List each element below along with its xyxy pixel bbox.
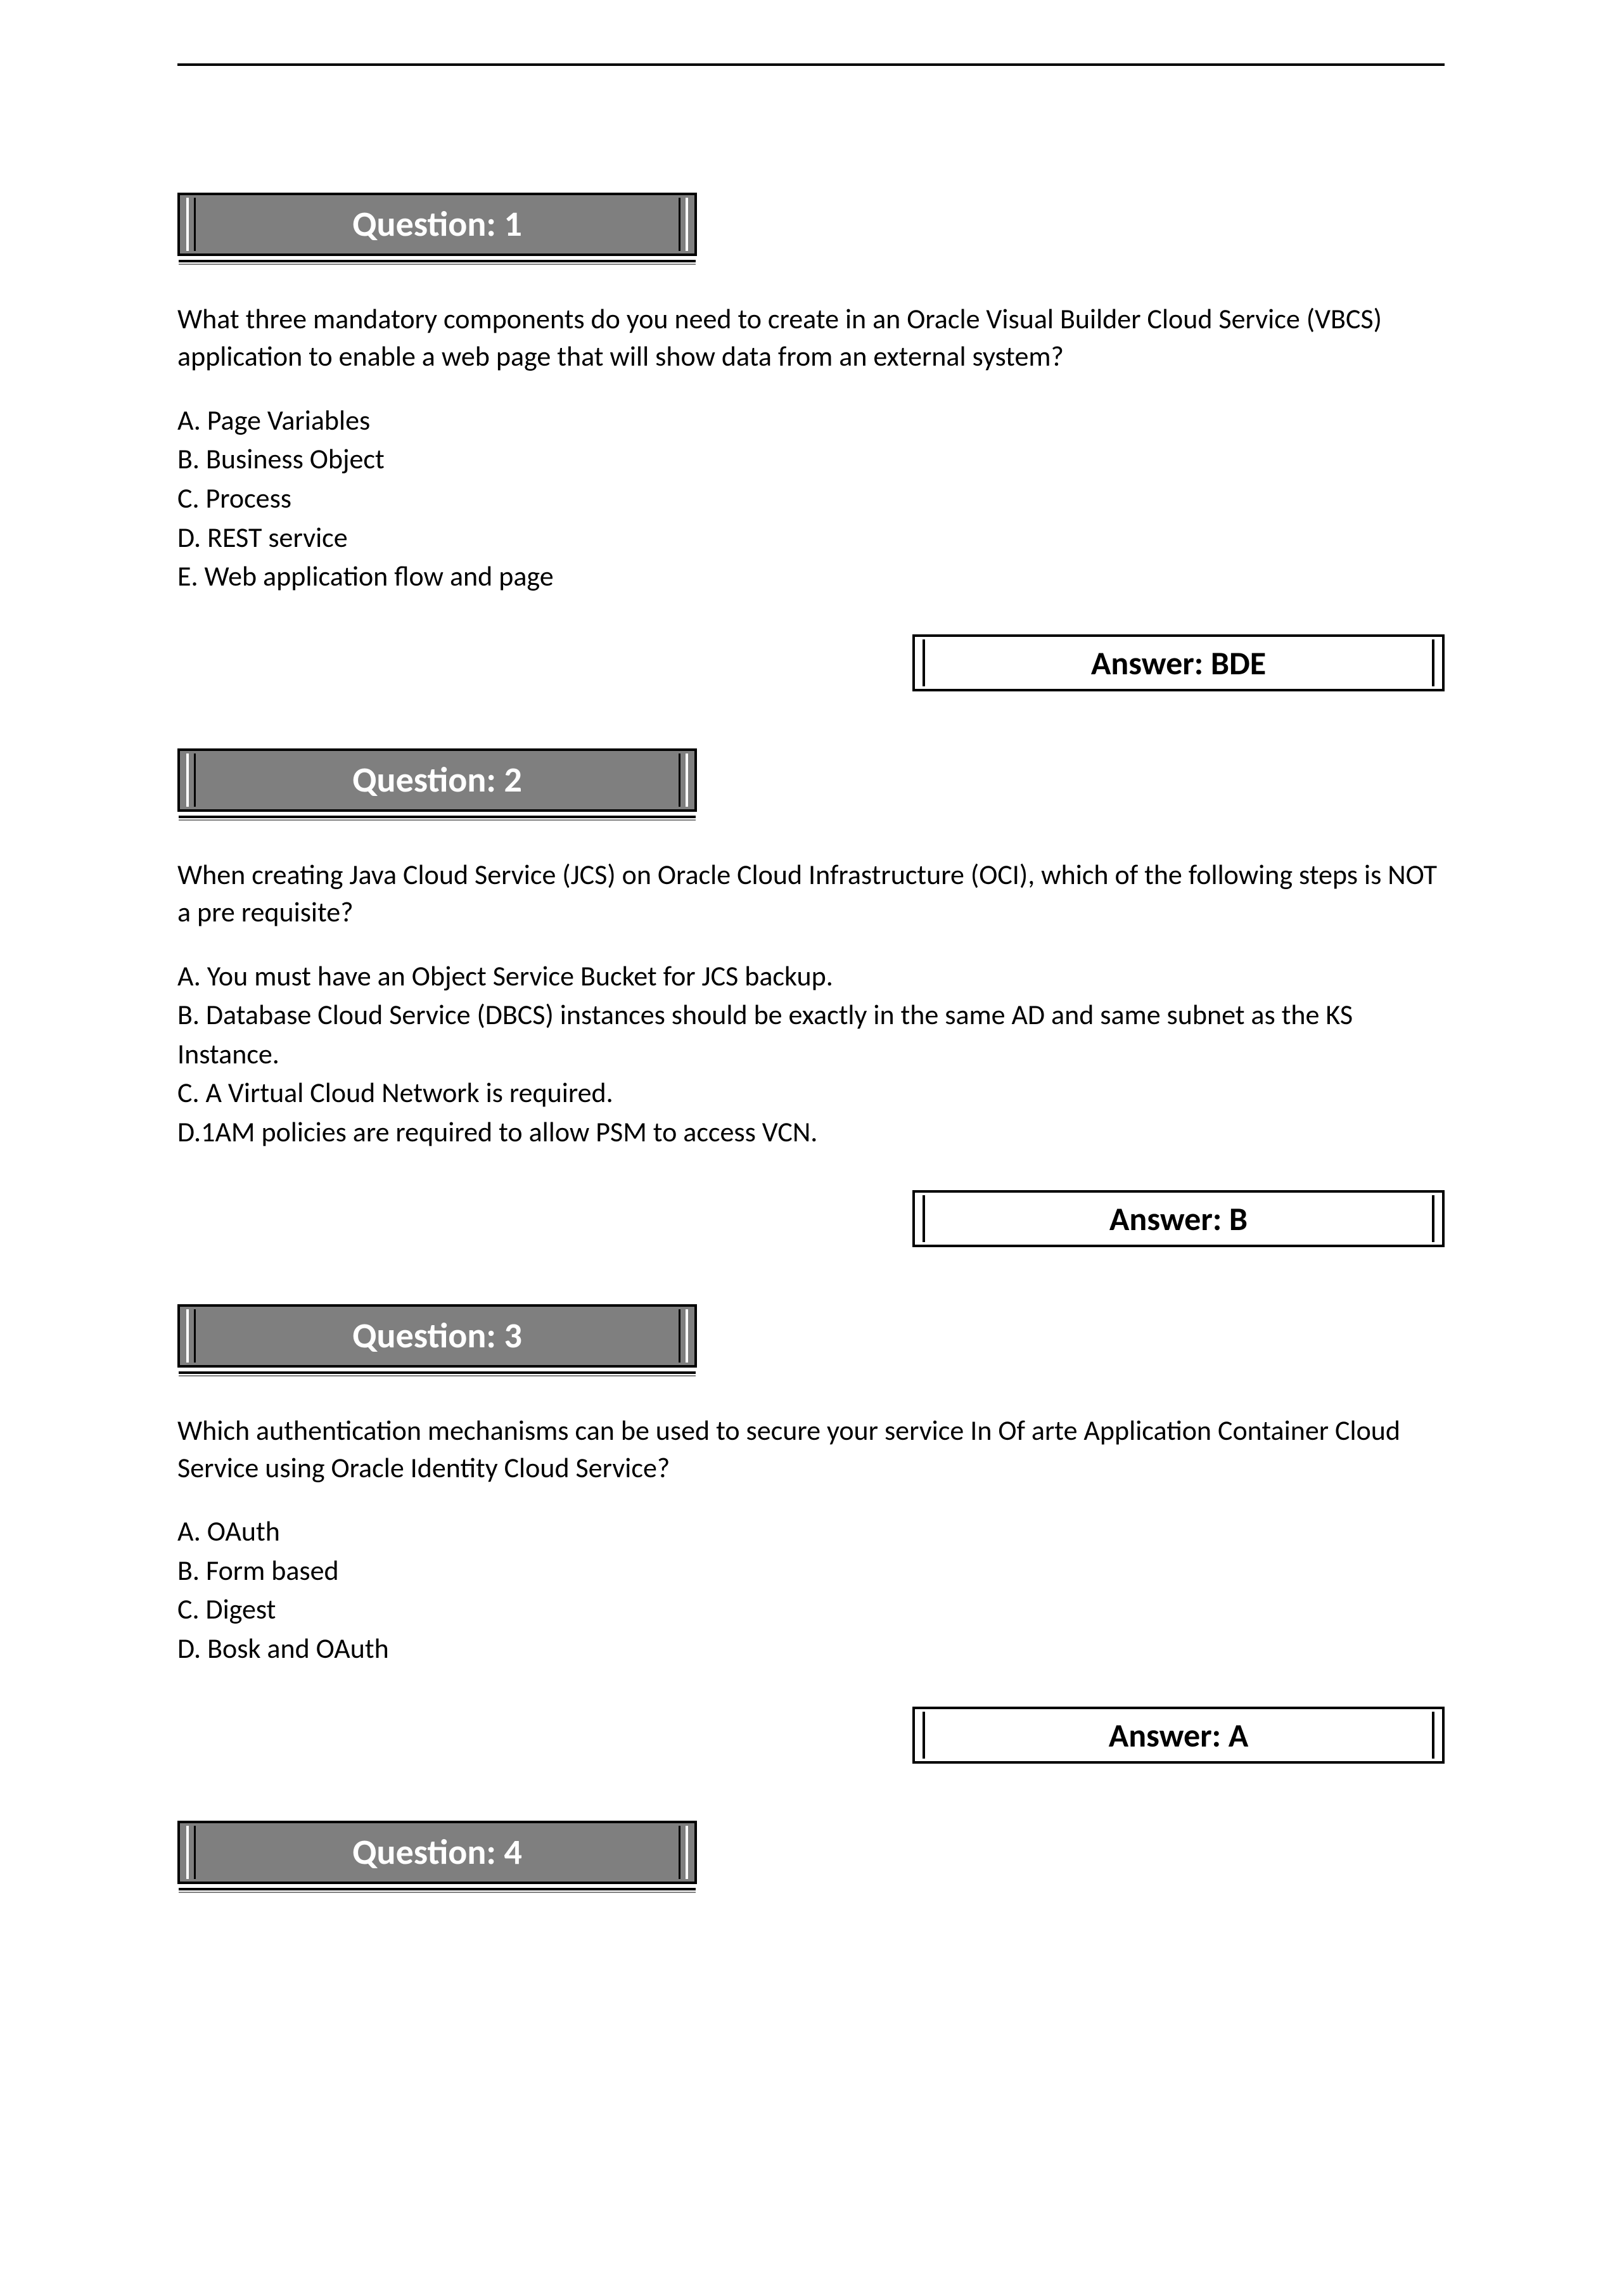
option: D.1AM policies are required to allow PSM… bbox=[177, 1113, 1445, 1152]
answer-row: Answer: BDE bbox=[177, 634, 1445, 691]
question-text: When creating Java Cloud Service (JCS) o… bbox=[177, 856, 1445, 932]
answer-row: Answer: B bbox=[177, 1190, 1445, 1247]
question-text: What three mandatory components do you n… bbox=[177, 300, 1445, 376]
question-text: Which authentication mechanisms can be u… bbox=[177, 1412, 1445, 1487]
option: C. Process bbox=[177, 479, 1445, 518]
answer-row: Answer: A bbox=[177, 1707, 1445, 1764]
answer-box: Answer: A bbox=[912, 1707, 1445, 1764]
question-title: Question: 3 bbox=[352, 1314, 522, 1357]
question-body: When creating Java Cloud Service (JCS) o… bbox=[177, 856, 1445, 1152]
answer-label: Answer: A bbox=[1109, 1715, 1249, 1755]
option: B. Form based bbox=[177, 1551, 1445, 1591]
question-options: A. Page Variables B. Business Object C. … bbox=[177, 401, 1445, 596]
question-title: Question: 1 bbox=[352, 203, 522, 246]
question-banner: Question: 2 bbox=[177, 748, 697, 812]
option: C. Digest bbox=[177, 1590, 1445, 1629]
question-options: A. You must have an Object Service Bucke… bbox=[177, 957, 1445, 1152]
option: C. A Virtual Cloud Network is required. bbox=[177, 1074, 1445, 1113]
page-top-rule bbox=[177, 63, 1445, 66]
question-title: Question: 4 bbox=[352, 1831, 522, 1874]
answer-label: Answer: B bbox=[1109, 1198, 1248, 1239]
question-title: Question: 2 bbox=[352, 759, 522, 802]
question-body: Which authentication mechanisms can be u… bbox=[177, 1412, 1445, 1669]
question-banner: Question: 3 bbox=[177, 1304, 697, 1368]
answer-box: Answer: BDE bbox=[912, 634, 1445, 691]
option: A. OAuth bbox=[177, 1512, 1445, 1551]
question-body: What three mandatory components do you n… bbox=[177, 300, 1445, 596]
option: E. Web application flow and page bbox=[177, 557, 1445, 596]
question-banner: Question: 4 bbox=[177, 1821, 697, 1884]
option: B. Business Object bbox=[177, 440, 1445, 479]
answer-label: Answer: BDE bbox=[1091, 643, 1266, 683]
option: B. Database Cloud Service (DBCS) instanc… bbox=[177, 996, 1445, 1074]
option: D. REST service bbox=[177, 518, 1445, 558]
question-banner: Question: 1 bbox=[177, 193, 697, 256]
option: A. You must have an Object Service Bucke… bbox=[177, 957, 1445, 996]
option: D. Bosk and OAuth bbox=[177, 1629, 1445, 1669]
option: A. Page Variables bbox=[177, 401, 1445, 440]
question-options: A. OAuth B. Form based C. Digest D. Bosk… bbox=[177, 1512, 1445, 1668]
answer-box: Answer: B bbox=[912, 1190, 1445, 1247]
